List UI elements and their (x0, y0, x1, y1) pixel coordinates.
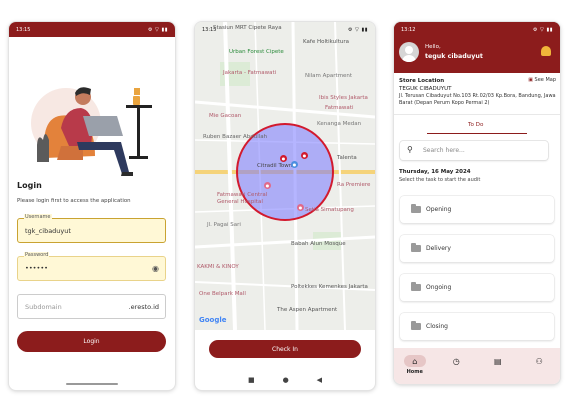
login-title: Login (17, 181, 42, 190)
map-icon: ▣ (528, 77, 533, 83)
map-label: Fatmawati (325, 105, 354, 111)
nav-tasks[interactable]: ▤ (483, 355, 513, 367)
google-logo: Google (199, 316, 227, 324)
avatar (399, 42, 419, 62)
location-pin-icon: ● (291, 161, 298, 168)
store-location-label: Store Location (399, 78, 445, 84)
subdomain-field[interactable]: Subdomain .eresto.id (17, 294, 166, 319)
map-label: Stasiun MRT Cipete Raya (213, 25, 282, 31)
history-icon: ◷ (452, 356, 460, 366)
greeting: Hello, (425, 44, 441, 50)
status-icons: ⚙ ▽ ▮▮ (532, 26, 553, 33)
date-label: Thursday, 16 May 2024 (399, 169, 471, 175)
task-closing[interactable]: Closing (400, 313, 554, 340)
poi-marker-icon: ● (264, 182, 271, 189)
password-value: •••••• (25, 264, 49, 272)
map-label: Jl. Pagai Sari (207, 222, 241, 228)
map-label: General Hospital (217, 199, 263, 205)
folder-icon (411, 321, 421, 330)
map-label: Setia Simatupang (305, 207, 354, 213)
divider (394, 114, 560, 115)
map-label: Citradil Town (257, 163, 293, 169)
task-label: Delivery (426, 245, 451, 252)
store-address: Jl. Terusan Cibaduyut No.103 Rt.02/03 Kp… (399, 93, 556, 106)
nav-home[interactable]: ⌂ Home (400, 355, 430, 375)
username-value: tgk_cibaduyut (25, 227, 71, 235)
poi-marker-icon: ● (297, 204, 304, 211)
map-label: The Aspen Apartment (277, 307, 338, 313)
map-label: Kenanga Medan (317, 121, 362, 127)
map-label: Urban Forest Cipete (229, 49, 284, 55)
profile-icon: ⚇ (535, 356, 543, 366)
see-map-link[interactable]: ▣ See Map (528, 77, 556, 83)
search-icon: ⚲ (407, 145, 413, 154)
login-screen: 13:15 ⚙ ▽ ▮▮ Login Please login first to… (9, 22, 175, 390)
login-button[interactable]: Login (17, 331, 166, 352)
map-label: Talenta (337, 155, 357, 161)
map-view[interactable]: 13:15 ⚙ ▽ ▮▮ Stasiun MRT Cipete Raya Urb… (195, 22, 375, 330)
folder-icon (411, 204, 421, 213)
task-label: Ongoing (426, 284, 452, 291)
task-delivery[interactable]: Delivery (400, 235, 554, 262)
status-time: 13:15 (16, 26, 31, 33)
map-label: Kafe Holtikultura (303, 39, 349, 45)
home-indicator (66, 383, 118, 385)
status-bar: 13:12 ⚙ ▽ ▮▮ (394, 22, 560, 37)
map-label: One Belpark Mall (199, 291, 246, 297)
tab-indicator (427, 133, 527, 135)
map-label: Jakarta - Fatmawati (223, 70, 277, 76)
map-label: KAKMI & KINOY (197, 264, 239, 270)
home-icon: ⌂ (403, 355, 426, 367)
status-time: 13:12 (401, 26, 416, 33)
bell-icon[interactable] (541, 46, 551, 56)
status-bar: 13:15 ⚙ ▽ ▮▮ (9, 22, 175, 37)
login-illustration (31, 87, 152, 176)
map-label: Ruben Bazaer Abdullah (203, 134, 268, 140)
task-ongoing[interactable]: Ongoing (400, 274, 554, 301)
subdomain-suffix: .eresto.id (128, 303, 159, 311)
status-icons: ⚙ ▽ ▮▮ (147, 26, 168, 33)
nav-home-label: Home (406, 369, 423, 375)
username-label: Username (24, 214, 52, 220)
map-label: Mie Gacoan (209, 113, 242, 119)
login-subtitle: Please login first to access the applica… (17, 198, 131, 204)
tab-todo[interactable]: To Do (468, 122, 483, 128)
map-label: Ra Premiere (337, 182, 371, 188)
username-display: teguk cibaduyut (425, 53, 483, 60)
checkin-screen: 13:15 ⚙ ▽ ▮▮ Stasiun MRT Cipete Raya Urb… (195, 22, 375, 390)
nav-history[interactable]: ◷ (441, 355, 471, 367)
task-label: Closing (426, 323, 448, 330)
map-label: Poltekkes Kemenkes Jakarta (291, 284, 368, 290)
checkin-button[interactable]: Check In (209, 340, 361, 358)
password-field[interactable]: Password •••••• ◉ (17, 252, 166, 281)
location-pin-icon: ● (301, 152, 308, 159)
map-label: Ibis Styles Jakarta (319, 95, 368, 101)
instruction-text: Select the task to start the audit (399, 177, 481, 183)
map-label: Nilam Apartment (305, 73, 353, 79)
password-label: Password (24, 252, 50, 258)
subdomain-placeholder: Subdomain (25, 303, 62, 311)
status-icons: ⚙ ▽ ▮▮ (347, 26, 368, 33)
store-name: TEGUK CIBADUYUT (399, 86, 452, 92)
map-label: Fatmawati Central (217, 192, 268, 198)
nav-profile[interactable]: ⚇ (524, 355, 554, 367)
audit-screen: 13:12 ⚙ ▽ ▮▮ Hello, teguk cibaduyut Stor… (394, 22, 560, 384)
search-input[interactable]: ⚲ Search here... (400, 141, 548, 160)
task-opening[interactable]: Opening (400, 196, 554, 223)
folder-icon (411, 243, 421, 252)
location-pin-icon: ● (280, 155, 287, 162)
recents-icon[interactable]: ■ (248, 376, 255, 384)
map-label: Babah Alun Mosque (291, 241, 346, 247)
folder-icon (411, 282, 421, 291)
see-map-label: See Map (534, 77, 556, 83)
eye-icon[interactable]: ◉ (152, 264, 159, 273)
home-icon[interactable]: ● (283, 376, 289, 384)
username-field[interactable]: Username tgk_cibaduyut (17, 214, 166, 243)
search-placeholder: Search here... (423, 147, 465, 154)
back-icon[interactable]: ◀ (317, 376, 322, 384)
system-nav-bar: ■ ● ◀ (195, 372, 375, 388)
bottom-nav: ⌂ Home ◷ ▤ ⚇ (394, 348, 560, 384)
task-label: Opening (426, 206, 452, 213)
clipboard-icon: ▤ (493, 356, 502, 366)
